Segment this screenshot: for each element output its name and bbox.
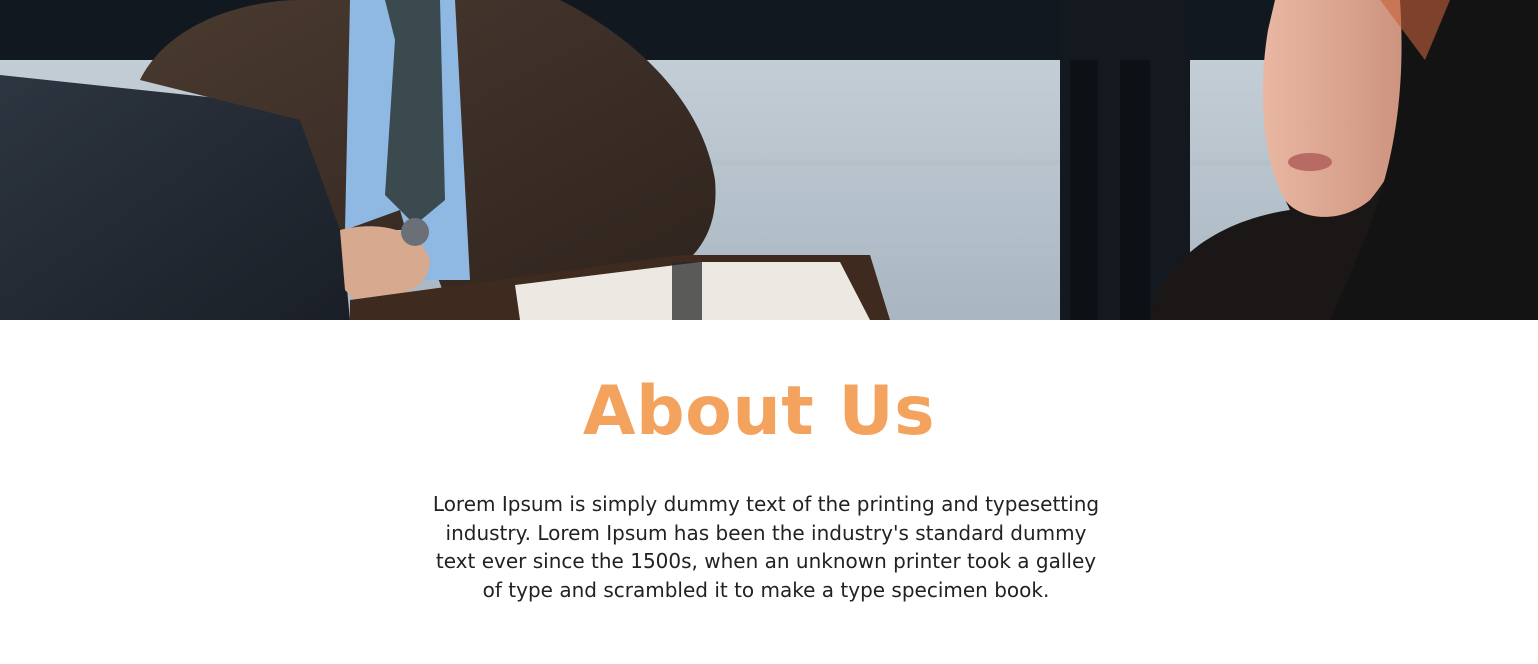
about-description: Lorem Ipsum is simply dummy text of the … bbox=[432, 492, 1100, 602]
about-title: About Us bbox=[582, 372, 936, 451]
about-section: About Us Lorem Ipsum is simply dummy tex… bbox=[0, 320, 1538, 664]
hero-banner-image bbox=[0, 0, 1538, 320]
office-meeting-photo bbox=[0, 0, 1538, 320]
